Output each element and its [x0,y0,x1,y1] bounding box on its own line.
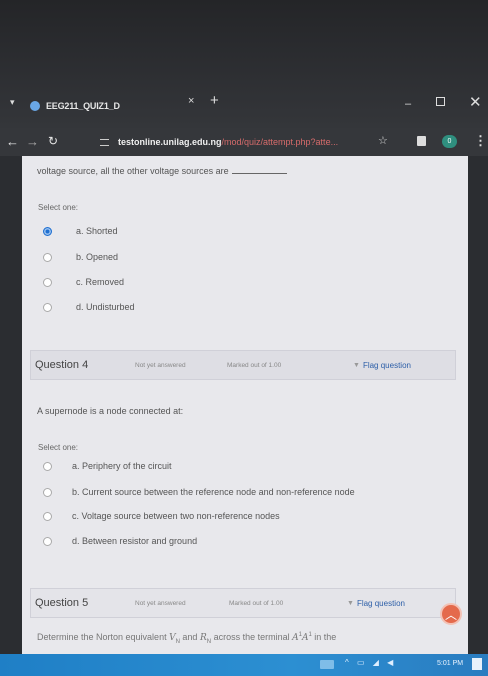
prev-question-text: voltage source, all the other voltage so… [37,166,287,176]
taskbar-clock[interactable]: 5:01 PM [437,660,463,667]
question-5-text-end: in the [311,632,337,642]
os-taskbar [0,654,488,676]
tab-favicon-icon [30,101,40,111]
prev-option-a[interactable]: a. Shorted [43,226,118,236]
question-4-text: A supernode is a node connected at: [37,406,184,416]
question-5-text: Determine the Norton equivalent VN and R… [37,632,336,645]
keyboard-language-icon[interactable] [320,660,334,669]
question-5-text-post: across the terminal [211,632,293,642]
prev-select-one-label: Select one: [38,203,79,212]
question-4-option-d-label: d. Between resistor and ground [72,536,198,546]
question-4-number: Question 4 [35,359,89,371]
new-tab-button[interactable]: + [210,92,219,109]
question-4-option-a[interactable]: a. Periphery of the circuit [43,461,172,471]
site-settings-icon[interactable] [100,139,109,146]
prev-option-c-label: c. Removed [76,277,125,287]
browser-tab[interactable]: EEG211_QUIZ1_D [30,95,200,117]
question-4-option-a-label: a. Periphery of the circuit [72,461,172,471]
norton-resistance-symbol: R [199,633,207,643]
page-left-gutter [0,156,22,654]
question-4-flag[interactable]: ▼ Flag question [353,361,411,370]
url-path: /mod/quiz/attempt.php?atte... [221,137,339,147]
back-arrow-icon[interactable]: ← [6,134,19,149]
prev-option-a-label: a. Shorted [76,226,118,236]
tab-title: EEG211_QUIZ1_D [46,101,120,111]
prev-question-tail: voltage source, all the other voltage so… [37,166,229,176]
maximize-icon[interactable] [436,97,445,106]
bookmark-star-icon[interactable]: ☆ [378,134,388,147]
extension-icon[interactable] [417,136,426,146]
prev-option-b-radio[interactable] [43,252,52,262]
prev-option-d[interactable]: d. Undisturbed [43,302,135,312]
forward-arrow-icon[interactable]: → [26,134,39,149]
question-4-option-b[interactable]: b. Current source between the reference … [43,487,355,497]
question-4-status: Not yet answered [135,361,186,369]
notification-icon[interactable] [472,658,482,670]
answer-blank [231,173,287,174]
minimize-icon[interactable]: – [405,98,411,110]
question-5-header: Question 5 Not yet answered Marked out o… [30,588,456,618]
question-4-marks: Marked out of 1.00 [227,361,282,369]
tab-search-chevron-icon[interactable]: ▾ [10,97,15,108]
prev-option-d-radio[interactable] [43,302,52,312]
question-4-option-c-radio[interactable] [43,511,52,521]
question-4-header: Question 4 Not yet answered Marked out o… [30,350,456,380]
prev-option-c-radio[interactable] [43,277,52,287]
prev-option-a-radio[interactable] [43,226,52,236]
question-5-text-pre: Determine the Norton equivalent [37,632,170,642]
question-4-flag-label: Flag question [362,360,411,370]
question-4-option-d[interactable]: d. Between resistor and ground [43,536,197,546]
question-4-option-d-radio[interactable] [43,536,52,546]
prev-option-b-label: b. Opened [76,252,119,262]
prev-option-c[interactable]: c. Removed [43,277,124,287]
question-5-text-mid: and [179,632,200,642]
question-5-marks: Marked out of 1.00 [229,599,284,607]
question-4-select-one: Select one: [38,443,79,452]
prev-option-d-label: d. Undisturbed [76,302,135,312]
question-5-number: Question 5 [35,597,89,609]
address-bar[interactable]: testonline.unilag.edu.ng/mod/quiz/attemp… [118,137,338,147]
question-4-option-b-radio[interactable] [43,487,52,497]
prev-option-b[interactable]: b. Opened [43,252,118,262]
question-4-option-a-radio[interactable] [43,461,52,471]
flag-icon: ▼ [353,361,360,369]
tab-close-icon[interactable]: × [188,95,194,107]
question-5-flag[interactable]: ▼ Flag question [347,599,405,608]
profile-badge-icon[interactable]: 0 [442,135,457,148]
system-tray-icons[interactable]: ^ ▭ ◢ ◀ [345,658,396,667]
reload-icon[interactable]: ↻ [48,134,58,148]
question-4-option-b-label: b. Current source between the reference … [72,487,355,497]
page-right-gutter [468,156,488,654]
question-5-flag-label: Flag question [356,598,405,608]
question-5-status: Not yet answered [135,599,186,607]
window-close-icon[interactable]: ✕ [469,93,482,111]
question-4-option-c-label: c. Voltage source between two non-refere… [72,511,280,521]
scroll-to-top-button[interactable]: ︿ [440,603,462,625]
browser-menu-icon[interactable]: ⋮ [474,133,487,149]
question-4-option-c[interactable]: c. Voltage source between two non-refere… [43,511,280,521]
flag-icon: ▼ [347,599,354,607]
url-host: testonline.unilag.edu.ng [118,137,222,147]
